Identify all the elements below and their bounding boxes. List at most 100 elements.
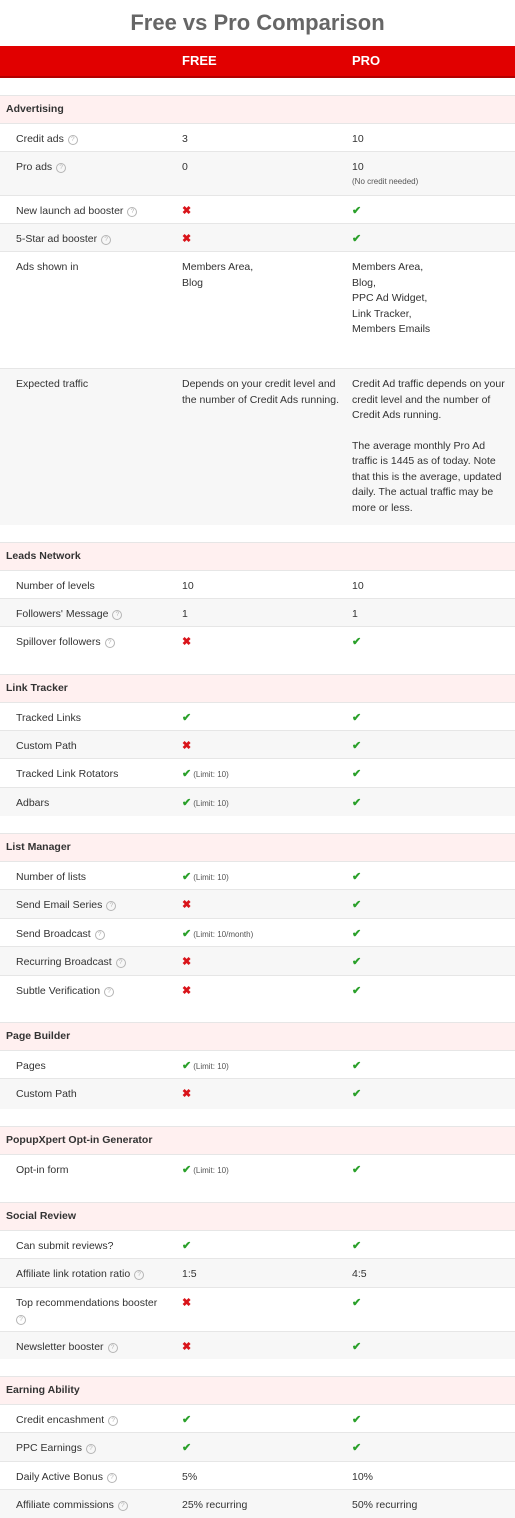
section-link-tracker: Link Tracker Tracked Links ✔ ✔ Custom Path ✖ ✔…: [0, 674, 515, 816]
feature-label-cell: Credit encashment?: [16, 1413, 166, 1429]
free-value-cell: 1:5: [182, 1267, 340, 1283]
check-icon: ✔: [182, 1442, 192, 1454]
free-value-cell: ✖: [182, 204, 340, 220]
help-icon[interactable]: ?: [16, 1314, 26, 1325]
table-row: Number of levels 10 10: [0, 570, 515, 598]
help-icon[interactable]: ?: [67, 135, 78, 145]
table-row: Spillover followers? ✖ ✔: [0, 626, 515, 657]
table-row: Daily Active Bonus? 5% 10%: [0, 1461, 515, 1489]
pro-value-cell: ✔: [352, 1087, 510, 1103]
check-icon: ✔: [182, 1164, 192, 1176]
value-text: 10: [352, 133, 364, 145]
help-icon[interactable]: ?: [94, 930, 105, 940]
help-icon[interactable]: ?: [112, 610, 123, 620]
check-icon: ✔: [352, 899, 362, 911]
help-icon[interactable]: ?: [115, 958, 126, 968]
feature-label: Send Email Series: [16, 899, 103, 911]
free-value-cell: ✖: [182, 984, 340, 1000]
cross-icon: ✖: [182, 956, 192, 968]
help-icon[interactable]: ?: [134, 1270, 145, 1280]
check-icon: ✔: [182, 1414, 192, 1426]
table-row: Opt-in form ✔ (Limit: 10) ✔: [0, 1154, 515, 1185]
feature-label: Subtle Verification: [16, 985, 101, 997]
feature-label-cell: Affiliate link rotation ratio?: [16, 1267, 166, 1283]
feature-label-cell: Send Broadcast?: [16, 927, 166, 943]
help-icon[interactable]: ?: [106, 1473, 117, 1483]
table-row: Credit encashment? ✔ ✔: [0, 1404, 515, 1432]
feature-label: Custom Path: [16, 740, 77, 752]
table-row: Credit ads? 3 10: [0, 123, 515, 151]
value-line: Blog: [182, 276, 204, 289]
value-paragraph: Depends on your credit level and the num…: [182, 378, 340, 406]
pro-value-cell: ✔: [352, 796, 510, 812]
feature-label-cell: Affiliate commissions?: [16, 1498, 166, 1514]
cross-icon: ✖: [182, 1297, 192, 1309]
help-icon[interactable]: ?: [104, 987, 115, 997]
check-icon: ✔: [182, 712, 192, 724]
free-value-cell: ✖: [182, 1296, 340, 1312]
free-value-cell: 0: [182, 160, 340, 176]
value-text: 50% recurring: [352, 1499, 418, 1511]
pro-value-cell: ✔: [352, 1413, 510, 1429]
check-icon: ✔: [352, 740, 362, 752]
limit-note: (Limit: 10): [193, 1062, 229, 1071]
free-value-cell: 25% recurring: [182, 1498, 340, 1514]
limit-note: (Limit: 10): [193, 1166, 229, 1175]
section-list-manager: List Manager Number of lists ✔ (Limit: 10) ✔…: [0, 833, 515, 1005]
free-value-cell: ✔: [182, 1239, 340, 1255]
feature-label: New launch ad booster: [16, 205, 124, 217]
feature-label: Custom Path: [16, 1088, 77, 1100]
free-value-cell: 3: [182, 132, 340, 148]
check-icon: ✔: [182, 797, 192, 809]
check-icon: ✔: [352, 956, 362, 968]
feature-label: Recurring Broadcast: [16, 956, 112, 968]
value-text: 0: [182, 161, 188, 173]
help-icon[interactable]: ?: [101, 235, 112, 245]
free-value-cell: ✔ (Limit: 10): [182, 796, 340, 812]
feature-label-cell: New launch ad booster?: [16, 204, 166, 220]
feature-label-cell: 5-Star ad booster?: [16, 232, 166, 248]
check-icon: ✔: [352, 1164, 362, 1176]
pro-value-cell: ✔: [352, 1239, 510, 1255]
feature-label: Number of lists: [16, 871, 87, 883]
feature-label: Top recommendations booster: [16, 1297, 158, 1309]
value-text: 5%: [182, 1471, 198, 1483]
pro-value-cell: ✔: [352, 870, 510, 886]
help-icon[interactable]: ?: [107, 1343, 118, 1353]
table-row: Ads shown in Members Area, Blog Members Are…: [0, 251, 515, 368]
pro-value-cell: ✔: [352, 898, 510, 914]
value-text: 4:5: [352, 1268, 367, 1280]
value-line: Link Tracker,: [352, 307, 412, 320]
table-row: Can submit reviews? ✔ ✔: [0, 1230, 515, 1258]
feature-label: Daily Active Bonus: [16, 1471, 103, 1483]
table-row: Recurring Broadcast? ✖ ✔: [0, 946, 515, 975]
check-icon: ✔: [352, 768, 362, 780]
pro-value-cell: ✔: [352, 635, 510, 651]
pro-value-cell: Credit Ad traffic depends on your credit…: [352, 377, 510, 516]
table-row: Followers' Message? 1 1: [0, 598, 515, 626]
pro-value-cell: Members Area, Blog, PPC Ad Widget, Link Tra…: [352, 260, 510, 338]
help-icon[interactable]: ?: [108, 1416, 119, 1426]
pro-value-cell: ✔: [352, 1441, 510, 1457]
pro-value-cell: ✔: [352, 711, 510, 727]
comparison-header: FREE PRO: [0, 46, 515, 78]
help-icon[interactable]: ?: [106, 901, 117, 911]
feature-label: 5-Star ad booster: [16, 233, 98, 245]
feature-label-cell: Adbars: [16, 796, 166, 812]
help-icon[interactable]: ?: [85, 1444, 96, 1454]
pro-value-cell: ✔: [352, 1340, 510, 1356]
table-row: Affiliate link rotation ratio? 1:5 4:5: [0, 1258, 515, 1287]
value-text: 25% recurring: [182, 1499, 248, 1511]
section-earning-ability: Earning Ability Credit encashment? ✔ ✔ PPC E…: [0, 1376, 515, 1518]
help-icon[interactable]: ?: [104, 638, 115, 648]
help-icon[interactable]: ?: [117, 1501, 128, 1511]
pro-value-cell: 4:5: [352, 1267, 510, 1283]
help-icon[interactable]: ?: [56, 163, 67, 173]
pro-value-cell: 50% recurring: [352, 1498, 510, 1514]
section-title: List Manager: [0, 833, 515, 861]
table-row: Expected traffic Depends on your credit l…: [0, 368, 515, 525]
help-icon[interactable]: ?: [127, 207, 138, 217]
feature-label: Expected traffic: [16, 378, 89, 390]
free-value-cell: 5%: [182, 1470, 340, 1486]
feature-label-cell: Custom Path: [16, 1087, 166, 1103]
